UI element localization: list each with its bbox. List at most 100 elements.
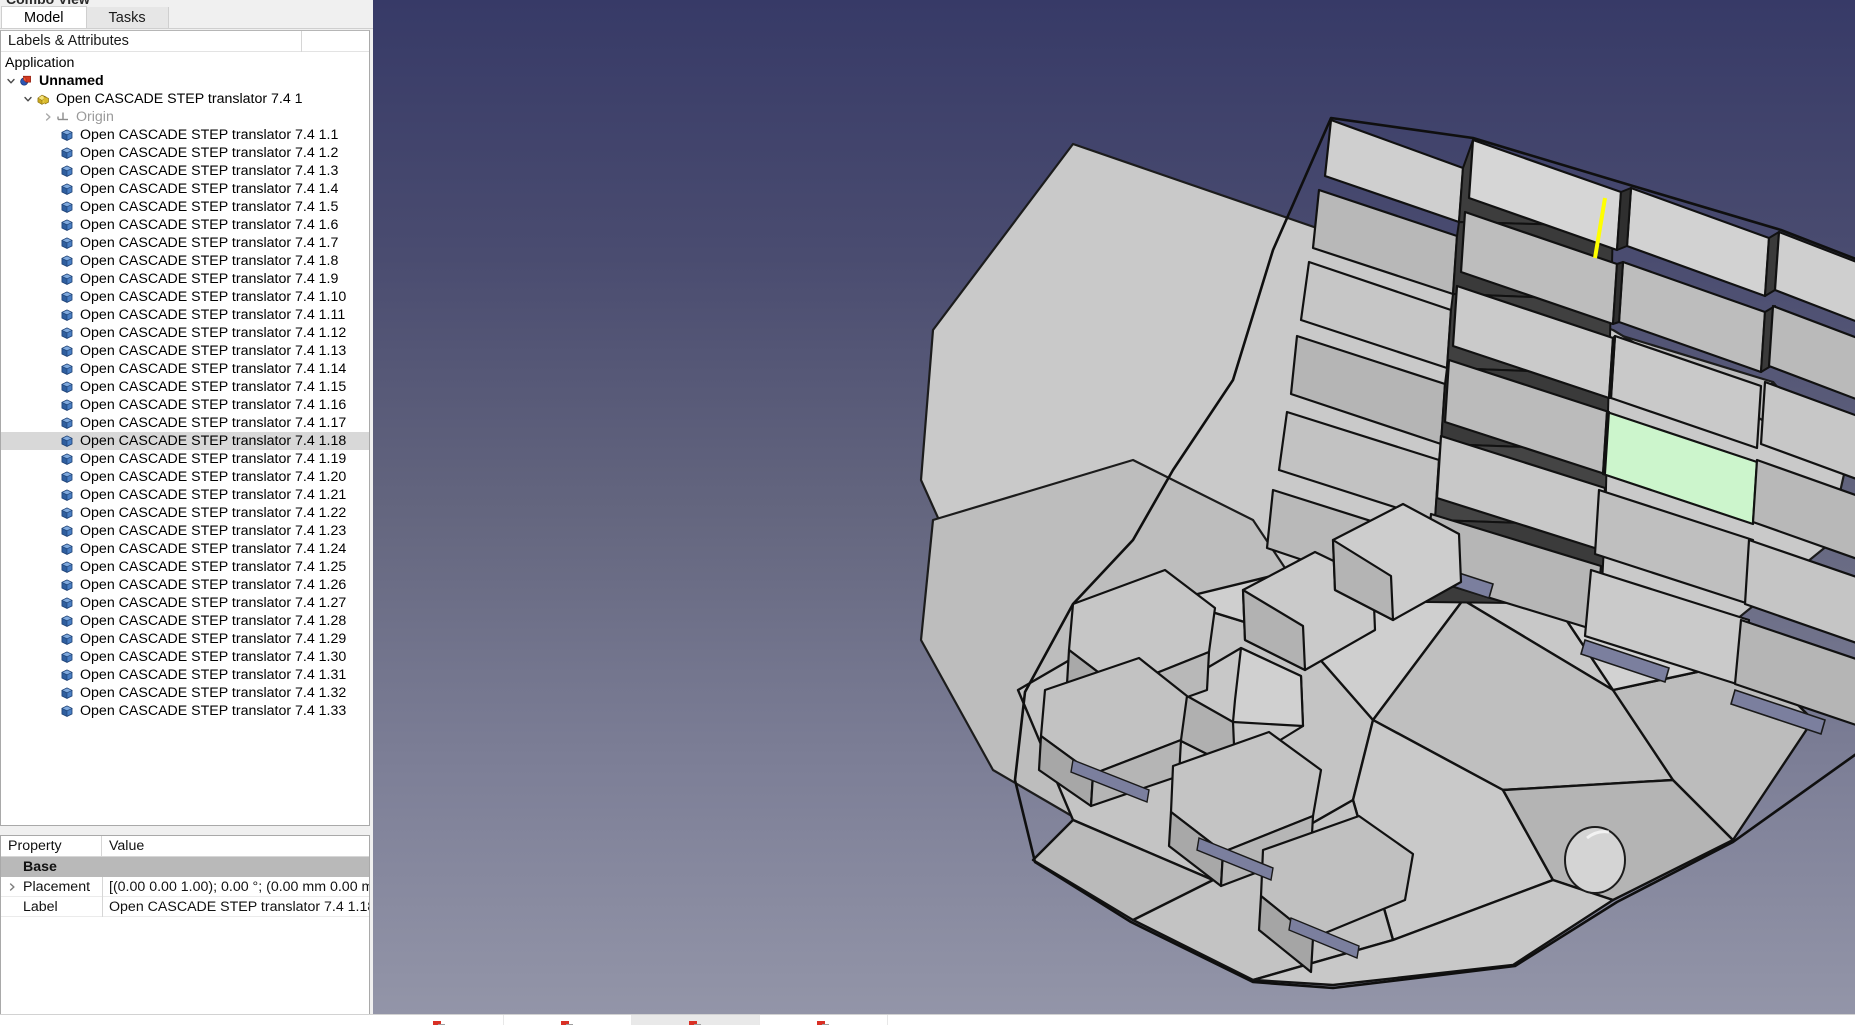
tree-body: Application Unnamed Open CASCADE STEP tr… <box>1 52 369 720</box>
solid-cube-icon <box>58 630 76 648</box>
value-column-header[interactable]: Value <box>102 836 369 856</box>
tree-item-solid-label: Open CASCADE STEP translator 7.4 1.23 <box>80 523 347 539</box>
tree-item-group[interactable]: Open CASCADE STEP translator 7.4 1 <box>1 90 369 108</box>
tree-item-solid-label: Open CASCADE STEP translator 7.4 1.2 <box>80 145 339 161</box>
tree-item-solid[interactable]: Open CASCADE STEP translator 7.4 1.1 <box>1 126 369 144</box>
solid-cube-icon <box>58 144 76 162</box>
assembly-icon <box>34 90 52 108</box>
tree-item-solid[interactable]: Open CASCADE STEP translator 7.4 1.19 <box>1 450 369 468</box>
combo-view-tabbar: Model Tasks <box>0 6 373 29</box>
tree-item-solid[interactable]: Open CASCADE STEP translator 7.4 1.20 <box>1 468 369 486</box>
tree-item-solid[interactable]: Open CASCADE STEP translator 7.4 1.17 <box>1 414 369 432</box>
property-column-header[interactable]: Property <box>1 836 102 856</box>
tree-item-solid-label: Open CASCADE STEP translator 7.4 1.32 <box>80 685 347 701</box>
tree-column-labels-attributes[interactable]: Labels & Attributes <box>1 33 301 49</box>
tree-item-solid-label: Open CASCADE STEP translator 7.4 1.31 <box>80 667 347 683</box>
tree-item-solid[interactable]: Open CASCADE STEP translator 7.4 1.10 <box>1 288 369 306</box>
tree-item-solid-label: Open CASCADE STEP translator 7.4 1.15 <box>80 379 347 395</box>
tree-item-solid[interactable]: Open CASCADE STEP translator 7.4 1.28 <box>1 612 369 630</box>
taskbar-button-app-4[interactable] <box>760 1015 888 1025</box>
tree-item-document[interactable]: Unnamed <box>1 72 369 90</box>
taskbar-items <box>376 1015 888 1025</box>
tree-item-solid[interactable]: Open CASCADE STEP translator 7.4 1.23 <box>1 522 369 540</box>
tree-item-solid[interactable]: Open CASCADE STEP translator 7.4 1.4 <box>1 180 369 198</box>
taskbar-app-icon <box>688 1017 704 1025</box>
tree-item-solid-label: Open CASCADE STEP translator 7.4 1.19 <box>80 451 347 467</box>
taskbar-button-app-2[interactable] <box>504 1015 632 1025</box>
taskbar-button-app-1[interactable] <box>376 1015 504 1025</box>
tree-item-solid-label: Open CASCADE STEP translator 7.4 1.18 <box>80 433 347 449</box>
solid-cube-icon <box>58 414 76 432</box>
tree-item-solid[interactable]: Open CASCADE STEP translator 7.4 1.27 <box>1 594 369 612</box>
solid-cube-icon <box>58 666 76 684</box>
solid-cube-icon <box>58 558 76 576</box>
tree-item-solid[interactable]: Open CASCADE STEP translator 7.4 1.15 <box>1 378 369 396</box>
property-editor[interactable]: Property Value Base Placement [(0.00 0.0… <box>0 835 370 1022</box>
tree-item-solid[interactable]: Open CASCADE STEP translator 7.4 1.8 <box>1 252 369 270</box>
tree-item-solid[interactable]: Open CASCADE STEP translator 7.4 1.25 <box>1 558 369 576</box>
property-row-placement[interactable]: Placement [(0.00 0.00 1.00); 0.00 °; (0.… <box>1 876 369 897</box>
tree-item-solid[interactable]: Open CASCADE STEP translator 7.4 1.21 <box>1 486 369 504</box>
chevron-down-icon[interactable] <box>22 90 34 108</box>
solid-cube-icon <box>58 486 76 504</box>
tree-item-solid[interactable]: Open CASCADE STEP translator 7.4 1.16 <box>1 396 369 414</box>
tree-item-solid[interactable]: Open CASCADE STEP translator 7.4 1.26 <box>1 576 369 594</box>
tree-item-solid[interactable]: Open CASCADE STEP translator 7.4 1.9 <box>1 270 369 288</box>
chevron-down-icon[interactable] <box>5 72 17 90</box>
tree-item-solid-label: Open CASCADE STEP translator 7.4 1.8 <box>80 253 339 269</box>
tree-item-solid[interactable]: Open CASCADE STEP translator 7.4 1.30 <box>1 648 369 666</box>
tree-item-solid[interactable]: Open CASCADE STEP translator 7.4 1.12 <box>1 324 369 342</box>
tree-item-solid[interactable]: Open CASCADE STEP translator 7.4 1.14 <box>1 360 369 378</box>
solid-cube-icon <box>58 234 76 252</box>
tree-item-document-label: Unnamed <box>39 73 104 89</box>
tree-item-solid-label: Open CASCADE STEP translator 7.4 1.13 <box>80 343 347 359</box>
tree-item-application[interactable]: Application <box>1 54 369 72</box>
tree-item-solid-label: Open CASCADE STEP translator 7.4 1.12 <box>80 325 347 341</box>
tree-item-solid-label: Open CASCADE STEP translator 7.4 1.27 <box>80 595 347 611</box>
tree-item-solid[interactable]: Open CASCADE STEP translator 7.4 1.33 <box>1 702 369 720</box>
tab-model[interactable]: Model <box>1 6 87 28</box>
solid-cube-icon <box>58 288 76 306</box>
solid-cube-icon <box>58 324 76 342</box>
tree-header: Labels & Attributes <box>1 31 369 52</box>
tab-tasks[interactable]: Tasks <box>85 6 169 28</box>
keyboard-model-render[interactable] <box>373 0 1855 1025</box>
tree-item-solid[interactable]: Open CASCADE STEP translator 7.4 1.7 <box>1 234 369 252</box>
tree-item-solid[interactable]: Open CASCADE STEP translator 7.4 1.5 <box>1 198 369 216</box>
chevron-right-icon[interactable] <box>1 877 23 897</box>
property-row-label[interactable]: Label Open CASCADE STEP translator 7.4 1… <box>1 896 369 917</box>
property-value-label[interactable]: Open CASCADE STEP translator 7.4 1.18 <box>103 899 369 915</box>
3d-viewport[interactable] <box>373 0 1855 1025</box>
tree-item-solid[interactable]: Open CASCADE STEP translator 7.4 1.2 <box>1 144 369 162</box>
solid-cube-icon <box>58 450 76 468</box>
origin-icon <box>54 108 72 126</box>
tree-item-solid[interactable]: Open CASCADE STEP translator 7.4 1.32 <box>1 684 369 702</box>
model-tree-view[interactable]: Labels & Attributes Application Unnamed … <box>0 30 370 826</box>
solid-cube-icon <box>58 396 76 414</box>
tree-item-solid[interactable]: Open CASCADE STEP translator 7.4 1.18 <box>1 432 369 450</box>
solid-cube-icon <box>58 342 76 360</box>
tree-item-solid-label: Open CASCADE STEP translator 7.4 1.4 <box>80 181 339 197</box>
chevron-right-icon[interactable] <box>42 108 54 126</box>
property-value-placement[interactable]: [(0.00 0.00 1.00); 0.00 °; (0.00 mm 0.00… <box>103 879 369 895</box>
document-icon <box>17 72 35 90</box>
tree-item-solid[interactable]: Open CASCADE STEP translator 7.4 1.11 <box>1 306 369 324</box>
solid-cube-icon <box>58 648 76 666</box>
tree-item-origin[interactable]: Origin <box>1 108 369 126</box>
tree-item-solid[interactable]: Open CASCADE STEP translator 7.4 1.22 <box>1 504 369 522</box>
tree-item-group-label: Open CASCADE STEP translator 7.4 1 <box>56 91 303 107</box>
tree-column-splitter[interactable] <box>301 31 302 52</box>
tree-item-solid-label: Open CASCADE STEP translator 7.4 1.7 <box>80 235 339 251</box>
taskbar-button-app-3[interactable] <box>632 1015 760 1025</box>
tree-item-solid[interactable]: Open CASCADE STEP translator 7.4 1.6 <box>1 216 369 234</box>
tree-item-solid-label: Open CASCADE STEP translator 7.4 1.28 <box>80 613 347 629</box>
property-group-base[interactable]: Base <box>1 857 369 877</box>
solid-cube-icon <box>58 702 76 720</box>
tree-item-solid[interactable]: Open CASCADE STEP translator 7.4 1.29 <box>1 630 369 648</box>
tree-item-solid[interactable]: Open CASCADE STEP translator 7.4 1.13 <box>1 342 369 360</box>
tree-item-solid[interactable]: Open CASCADE STEP translator 7.4 1.3 <box>1 162 369 180</box>
solid-cube-icon <box>58 432 76 450</box>
tree-item-solid[interactable]: Open CASCADE STEP translator 7.4 1.31 <box>1 666 369 684</box>
group-expander[interactable] <box>1 857 23 877</box>
tree-item-solid[interactable]: Open CASCADE STEP translator 7.4 1.24 <box>1 540 369 558</box>
